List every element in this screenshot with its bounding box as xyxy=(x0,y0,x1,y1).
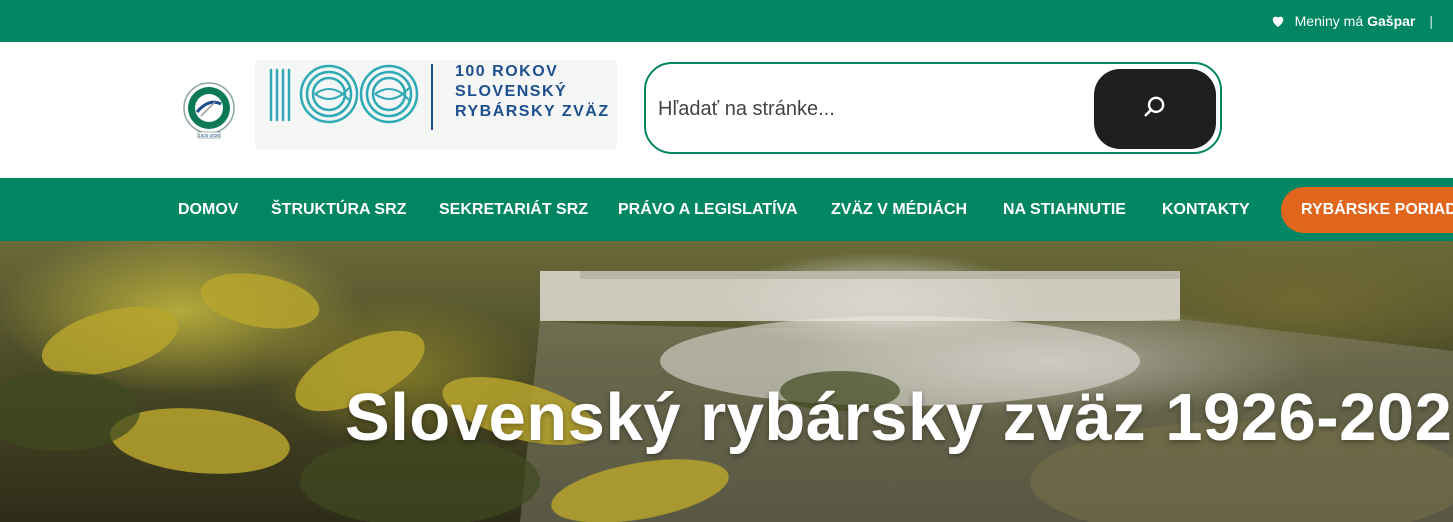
nameday-name: Gašpar xyxy=(1367,13,1416,29)
search-icon xyxy=(1142,94,1168,125)
nav-item-na-stiahnutie[interactable]: NA STIAHNUTIE xyxy=(1003,178,1126,241)
nav-item-kontakty[interactable]: KONTAKTY xyxy=(1162,178,1250,241)
srz-emblem-logo[interactable]: 1926-2026 xyxy=(181,82,237,140)
search-input[interactable] xyxy=(656,64,1090,154)
anniversary-logo[interactable]: 100 ROKOV SLOVENSKÝ RYBÁRSKY ZVÄZ xyxy=(255,60,617,150)
hero-title: Slovenský rybársky zväz 1926-2026 xyxy=(345,380,1453,455)
top-bar: Meniny má Gašpar | xyxy=(0,0,1453,42)
nameday-info: Meniny má Gašpar | xyxy=(1270,0,1433,42)
emblem-years: 1926-2026 xyxy=(198,133,220,138)
logo-line-3: RYBÁRSKY ZVÄZ xyxy=(455,103,610,120)
nav-item-struktura[interactable]: ŠTRUKTÚRA SRZ xyxy=(271,178,406,241)
nav-item-media[interactable]: ZVÄZ V MÉDIÁCH xyxy=(831,178,967,241)
logo-line-2: SLOVENSKÝ xyxy=(455,83,568,100)
heart-icon xyxy=(1270,13,1286,29)
anniversary-logo-text: 100 ROKOV SLOVENSKÝ RYBÁRSKY ZVÄZ xyxy=(455,62,610,122)
search-button[interactable] xyxy=(1094,69,1216,149)
nav-item-sekretariat[interactable]: SEKRETARIÁT SRZ xyxy=(439,178,588,241)
main-navigation: DOMOV ŠTRUKTÚRA SRZ SEKRETARIÁT SRZ PRÁV… xyxy=(0,178,1453,241)
rybarske-poriadky-button[interactable]: RYBÁRSKE PORIADKY xyxy=(1281,187,1453,233)
nav-item-domov[interactable]: DOMOV xyxy=(178,178,238,241)
nav-item-pravo[interactable]: PRÁVO A LEGISLATÍVA xyxy=(618,178,798,241)
logo-divider xyxy=(431,64,433,130)
topbar-separator: | xyxy=(1429,13,1433,29)
anniversary-100-graphic xyxy=(269,64,419,124)
search-box xyxy=(644,62,1222,154)
nameday-label: Meniny má xyxy=(1294,13,1364,29)
logo-line-1: 100 ROKOV xyxy=(455,63,559,80)
